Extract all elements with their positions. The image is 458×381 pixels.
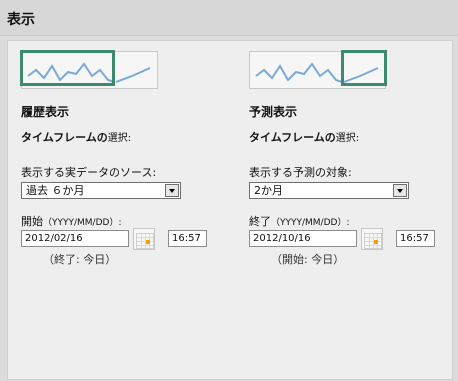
history-source-select[interactable]: 過去 ６か月: [21, 182, 181, 199]
forecast-end-time-input[interactable]: 16:57: [396, 230, 435, 247]
history-source-value: 過去 ６か月: [26, 184, 85, 197]
forecast-view-thumbnail[interactable]: [249, 50, 387, 89]
history-start-time-input[interactable]: 16:57: [168, 230, 207, 247]
history-start-label: 開始（YYYY/MM/DD）:: [21, 215, 122, 228]
calendar-icon[interactable]: [133, 228, 155, 250]
history-end-note: （終了: 今日）: [43, 253, 117, 266]
calendar-icon[interactable]: [361, 228, 383, 250]
history-timeframe-label: タイムフレームの選択:: [21, 131, 132, 144]
forecast-target-value: 2か月: [254, 184, 283, 197]
chevron-down-icon[interactable]: [393, 184, 407, 197]
history-view-thumbnail[interactable]: [20, 50, 158, 89]
forecast-title: 予測表示: [249, 105, 298, 119]
forecast-end-label: 終了（YYYY/MM/DD）:: [249, 215, 350, 228]
forecast-selection-highlight: [341, 50, 387, 86]
calendar-grid: [364, 233, 382, 249]
forecast-timeframe-label: タイムフレームの選択:: [249, 131, 360, 144]
forecast-target-select[interactable]: 2か月: [249, 182, 409, 199]
history-start-date-input[interactable]: 2012/02/16: [21, 230, 129, 247]
history-selection-highlight: [20, 50, 115, 86]
forecast-target-label: 表示する予測の対象:: [249, 166, 352, 179]
history-title: 履歴表示: [21, 105, 70, 119]
page-title: 表示: [7, 12, 35, 28]
header-bar: 表示: [0, 0, 458, 36]
display-settings-panel: 履歴表示 タイムフレームの選択: 表示する実データのソース: 過去 ６か月 開始…: [7, 40, 453, 380]
history-source-label: 表示する実データのソース:: [21, 166, 157, 179]
forecast-start-note: （開始: 今日）: [271, 253, 345, 266]
forecast-column: 予測表示 タイムフレームの選択: 表示する予測の対象: 2か月 終了（YYYY/…: [249, 41, 449, 371]
forecast-end-date-input[interactable]: 2012/10/16: [249, 230, 357, 247]
history-column: 履歴表示 タイムフレームの選択: 表示する実データのソース: 過去 ６か月 開始…: [20, 41, 221, 371]
chevron-down-icon[interactable]: [165, 184, 179, 197]
calendar-grid: [136, 233, 154, 249]
calendar-marker: [146, 240, 150, 244]
calendar-marker: [374, 240, 378, 244]
